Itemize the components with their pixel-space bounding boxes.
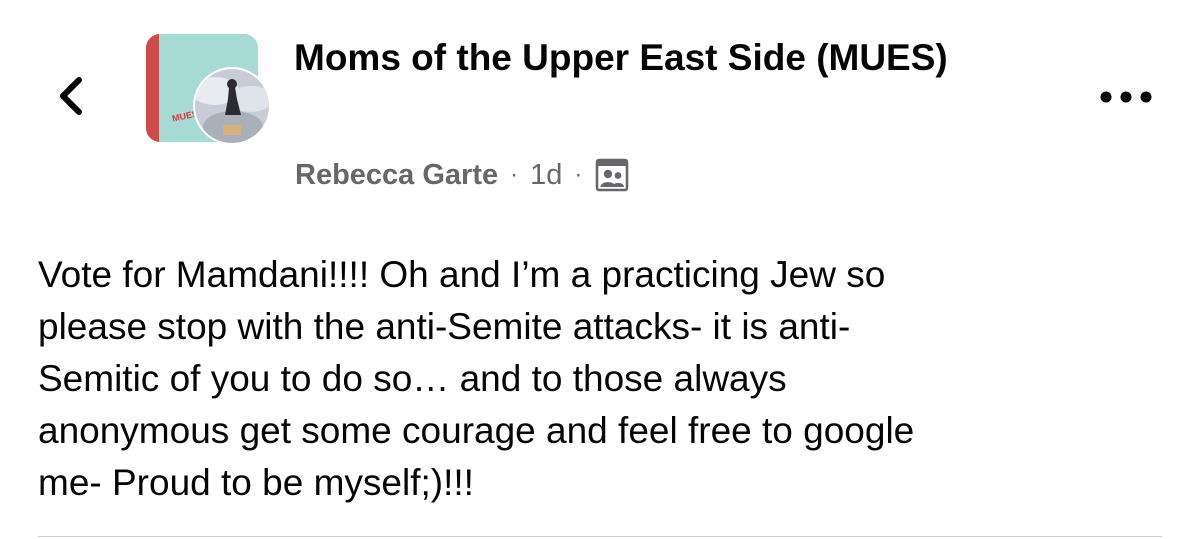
meta-separator: ·: [574, 161, 583, 188]
author-name[interactable]: Rebecca Garte: [295, 159, 498, 192]
back-button[interactable]: [48, 68, 98, 124]
meta-separator: ·: [510, 161, 519, 188]
post-timestamp[interactable]: 1d: [530, 159, 562, 192]
post-body: Vote for Mamdani!!!! Oh and I’m a practi…: [38, 254, 915, 503]
post-meta: Rebecca Garte · 1d ·: [295, 156, 630, 194]
group-members-icon: [594, 157, 630, 193]
post-screen: MUES Moms of the Upper East Side (MUES) …: [0, 0, 1199, 539]
ellipsis-icon: [1094, 82, 1158, 112]
divider: [38, 536, 1162, 537]
group-name[interactable]: Moms of the Upper East Side (MUES): [294, 34, 1014, 82]
user-avatar[interactable]: [193, 67, 271, 145]
more-options-button[interactable]: [1094, 82, 1158, 112]
group-avatar-strip: [146, 34, 159, 142]
chevron-left-icon: [48, 68, 98, 124]
